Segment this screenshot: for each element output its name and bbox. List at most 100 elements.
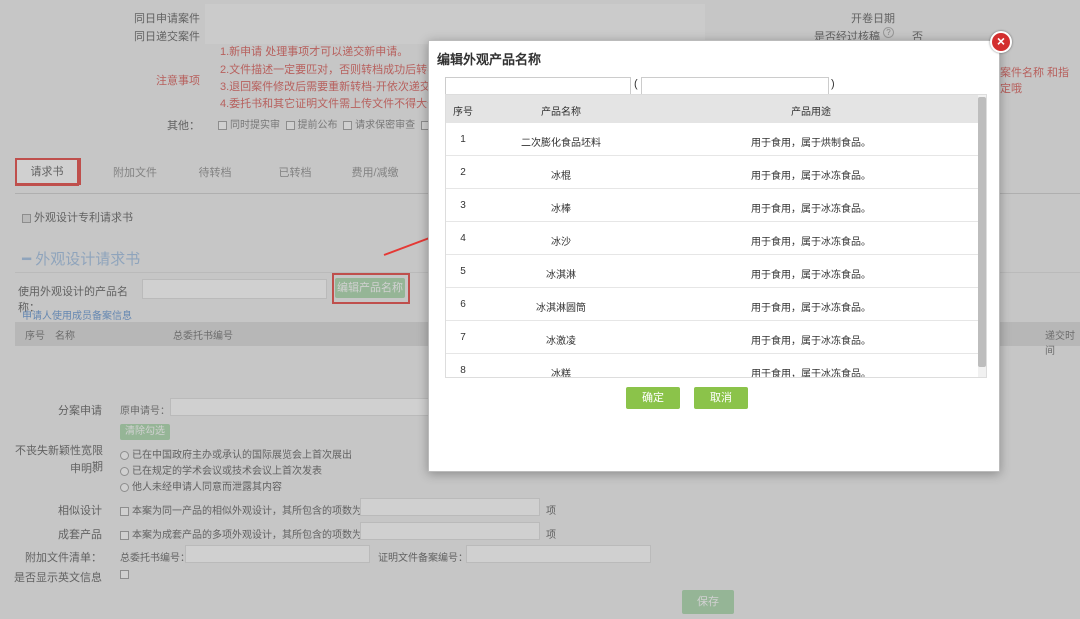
cancel-button[interactable]: 取消 bbox=[694, 387, 748, 409]
table-row[interactable]: 5 冰淇淋 用于食用，属于冰冻食品。 bbox=[446, 255, 980, 288]
other-options: 同时提实审 提前公布 请求保密审查 优 bbox=[218, 116, 443, 131]
notice-4: 4.委托书和其它证明文件需上传文件不得大于A4 bbox=[220, 98, 452, 110]
tab-fees[interactable]: 费用/减缴 bbox=[335, 158, 415, 194]
checkbox[interactable] bbox=[343, 120, 353, 130]
similar-count-input[interactable] bbox=[360, 498, 540, 516]
tab-attachments[interactable]: 附加文件 bbox=[95, 158, 175, 194]
design-checkbox-label: 外观设计专利请求书 bbox=[34, 212, 133, 224]
paren-close: ) bbox=[831, 78, 835, 90]
applicant-record-link[interactable]: 申请人使用成员备案信息 bbox=[22, 307, 132, 322]
close-icon: × bbox=[996, 33, 1006, 49]
tab-pending[interactable]: 待转档 bbox=[175, 158, 255, 194]
option-text: 同时提实审 bbox=[230, 120, 280, 131]
table-row[interactable]: 4 冰沙 用于食用，属于冰冻食品。 bbox=[446, 222, 980, 255]
row-product-use: 用于食用，属于烘制食品。 bbox=[751, 138, 871, 149]
novelty-option-2[interactable]: 已在规定的学术会议或技术会议上首次发表 bbox=[120, 462, 322, 477]
highlight-box bbox=[332, 273, 410, 304]
same-day-apply-label: 同日申请案件 bbox=[134, 13, 200, 25]
poa-label: 总委托书编号： bbox=[120, 553, 190, 564]
checkbox-checked[interactable] bbox=[22, 213, 31, 223]
novelty-option-3[interactable]: 他人未经申请人同意而泄露其内容 bbox=[120, 478, 282, 493]
novelty-option-text: 已在中国政府主办或承认的国际展览会上首次展出 bbox=[132, 450, 352, 461]
novelty-option-1[interactable]: 已在中国政府主办或承认的国际展览会上首次展出 bbox=[120, 446, 352, 461]
other-label: 其他： bbox=[167, 120, 200, 132]
confirm-button[interactable]: 确定 bbox=[626, 387, 680, 409]
scrollbar-track[interactable] bbox=[978, 95, 986, 377]
table-header: 序号 产品名称 产品用途 bbox=[446, 95, 980, 123]
english-info-checkbox[interactable] bbox=[120, 570, 129, 579]
cert-input[interactable] bbox=[466, 545, 651, 563]
row-product-name: 冰糕 bbox=[551, 369, 571, 378]
open-date-label: 开卷日期 bbox=[851, 13, 895, 25]
table-row[interactable]: 7 冰激凌 用于食用，属于冰冻食品。 bbox=[446, 321, 980, 354]
product-table: 序号 产品名称 产品用途 1 二次膨化食品坯料 用于食用，属于烘制食品。 2 冰棍 用于食… bbox=[445, 94, 987, 378]
cert-label: 证明文件备案编号： bbox=[378, 553, 468, 564]
row-product-use: 用于食用，属于冰冻食品。 bbox=[751, 204, 871, 215]
row-number: 1 bbox=[460, 134, 466, 145]
save-button[interactable]: 保存 bbox=[682, 590, 734, 614]
header-product-name: 产品名称 bbox=[541, 107, 581, 118]
scrollbar-thumb[interactable] bbox=[978, 97, 986, 367]
checkbox[interactable] bbox=[120, 530, 129, 540]
set-product-label: 成套产品 bbox=[58, 529, 102, 541]
table-row[interactable]: 1 二次膨化食品坯料 用于食用，属于烘制食品。 bbox=[446, 123, 980, 156]
tab-converted[interactable]: 已转档 bbox=[255, 158, 335, 194]
similar-unit: 项 bbox=[546, 506, 556, 517]
checkbox[interactable] bbox=[218, 120, 227, 130]
checkbox[interactable] bbox=[285, 120, 295, 130]
set-count-input[interactable] bbox=[360, 522, 540, 540]
paren-open: ( bbox=[634, 78, 638, 90]
option-text: 提前公布 bbox=[297, 120, 338, 131]
notice-label: 注意事项 bbox=[156, 75, 200, 87]
set-unit: 项 bbox=[546, 530, 556, 541]
table-row[interactable]: 2 冰棍 用于食用，属于冰冻食品。 bbox=[446, 156, 980, 189]
english-info-label: 是否显示英文信息 bbox=[14, 572, 102, 584]
row-product-use: 用于食用，属于冰冻食品。 bbox=[751, 369, 871, 378]
radio[interactable] bbox=[120, 466, 129, 476]
original-app-input[interactable] bbox=[170, 398, 430, 416]
table-row[interactable]: 6 冰淇淋圆筒 用于食用，属于冰冻食品。 bbox=[446, 288, 980, 321]
row-product-name: 冰沙 bbox=[551, 237, 571, 248]
radio[interactable] bbox=[120, 450, 129, 460]
row-product-use: 用于食用，属于冰冻食品。 bbox=[751, 171, 871, 182]
row-product-name: 冰棒 bbox=[551, 204, 571, 215]
grid-header-time: 递交时间 bbox=[1045, 331, 1075, 357]
radio[interactable] bbox=[120, 482, 129, 492]
poa-input[interactable] bbox=[185, 545, 370, 563]
collapse-icon[interactable]: ━ bbox=[22, 251, 31, 268]
table-row[interactable]: 8 冰糕 用于食用，属于冰冻食品。 bbox=[446, 354, 980, 378]
checkbox[interactable] bbox=[120, 506, 129, 516]
notice-1: 1.新申请 处理事项才可以递交新申请。 bbox=[220, 46, 409, 58]
clear-selection-button[interactable]: 清除勾选 bbox=[120, 424, 170, 440]
section-title: ━ 外观设计请求书 bbox=[22, 248, 140, 269]
row-number: 4 bbox=[460, 233, 466, 244]
tab-highlight-box bbox=[15, 158, 81, 185]
similar-checkbox[interactable]: 本案为同一产品的相似外观设计，其所包含的项数为 bbox=[120, 502, 362, 517]
close-button[interactable]: × bbox=[990, 31, 1012, 53]
row-number: 8 bbox=[460, 365, 466, 376]
row-product-name: 冰棍 bbox=[551, 171, 571, 182]
row-product-name: 冰激凌 bbox=[546, 336, 576, 347]
row-product-name: 冰淇淋圆筒 bbox=[536, 303, 586, 314]
divisional-label: 分案申请 bbox=[58, 405, 102, 417]
set-checkbox[interactable]: 本案为成套产品的多项外观设计，其所包含的项数为 bbox=[120, 526, 362, 541]
notice-3: 3.退回案件修改后需要重新转档-开依次递交。 bbox=[220, 81, 442, 93]
product-name-search-input[interactable] bbox=[445, 77, 631, 95]
grid-header-poa: 总委托书编号 bbox=[173, 331, 233, 342]
header-no: 序号 bbox=[453, 107, 473, 118]
similar-text: 本案为同一产品的相似外观设计，其所包含的项数为 bbox=[132, 506, 362, 517]
similar-label: 相似设计 bbox=[58, 505, 102, 517]
grid-header-no: 序号 bbox=[25, 331, 45, 342]
same-day-submit-label: 同日递交案件 bbox=[134, 31, 200, 43]
design-request-checkbox[interactable]: 外观设计专利请求书 bbox=[22, 209, 133, 225]
set-text: 本案为成套产品的多项外观设计，其所包含的项数为 bbox=[132, 530, 362, 541]
product-name-input[interactable] bbox=[142, 279, 327, 299]
grid-header-name: 名称 bbox=[55, 331, 75, 342]
same-day-fields bbox=[205, 4, 705, 44]
attach-list-label: 附加文件清单： bbox=[25, 552, 102, 564]
row-number: 7 bbox=[460, 332, 466, 343]
help-icon[interactable]: ? bbox=[883, 27, 894, 38]
table-row[interactable]: 3 冰棒 用于食用，属于冰冻食品。 bbox=[446, 189, 980, 222]
product-use-search-input[interactable] bbox=[641, 77, 829, 95]
row-number: 5 bbox=[460, 266, 466, 277]
